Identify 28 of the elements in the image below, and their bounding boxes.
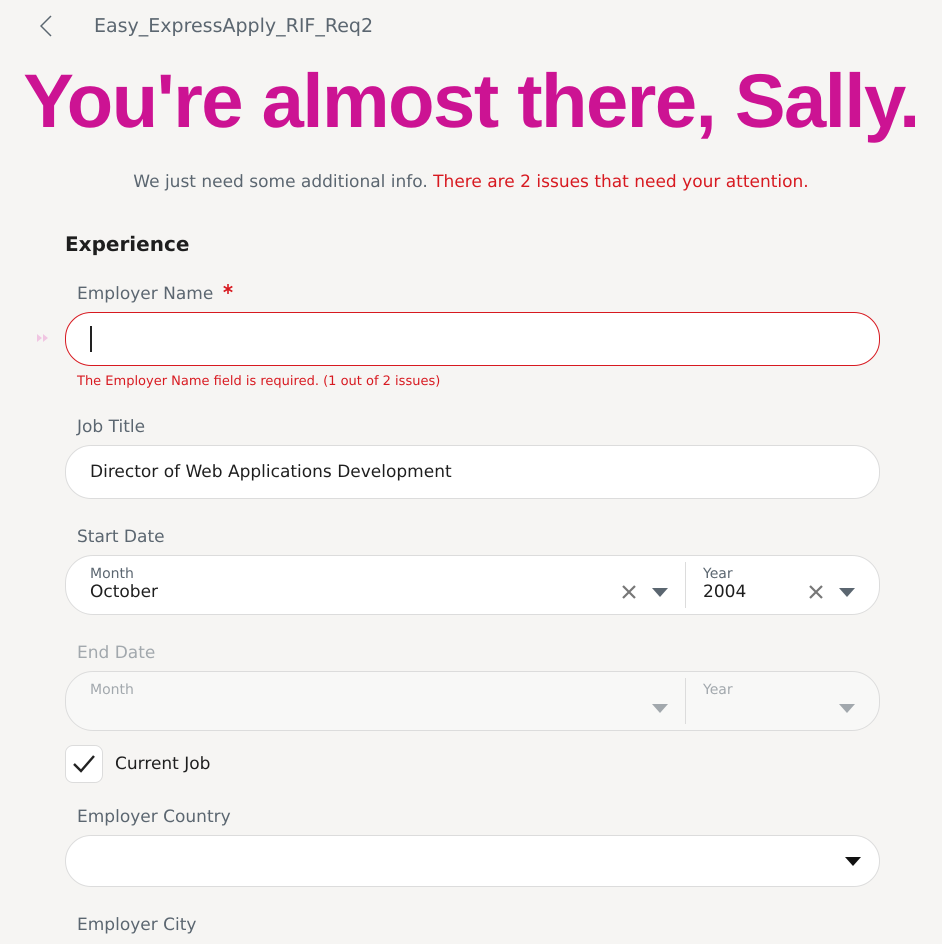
- field-label: Year: [703, 682, 734, 698]
- intro-text: We just need some additional info. There are 2 issues that need your attention.: [132, 172, 810, 192]
- field-label: Employer Country: [77, 807, 231, 827]
- section-title: Experience: [65, 232, 190, 256]
- checkmark-icon: [72, 754, 96, 774]
- field-label: Employer Name: [77, 284, 214, 304]
- field-value: October: [90, 582, 160, 602]
- dropdown-arrow-icon[interactable]: [845, 856, 861, 866]
- field-label: Employer City: [77, 915, 196, 935]
- field-label: Month: [90, 682, 135, 698]
- checkbox-label: Current Job: [115, 754, 210, 774]
- field-label: Start Date: [77, 527, 165, 547]
- field-value: 2004: [703, 582, 748, 602]
- field-label: Year: [703, 566, 734, 582]
- page-title: Easy_ExpressApply_RIF_Req2: [94, 15, 374, 37]
- field-label: Month: [90, 566, 135, 582]
- clear-icon[interactable]: [622, 585, 636, 599]
- field-label: End Date: [77, 643, 156, 663]
- date-picker[interactable]: Month October Year 2004: [65, 555, 880, 615]
- text-field[interactable]: Director of Web Applications Development: [65, 445, 880, 499]
- text-field[interactable]: [65, 312, 880, 366]
- clear-icon[interactable]: [809, 585, 823, 599]
- main-heading: You're almost there, Sally.: [22, 62, 920, 142]
- checkbox[interactable]: [65, 745, 103, 783]
- error-marker-icon: [37, 334, 49, 342]
- field-label: Job Title: [77, 417, 146, 437]
- error-message: The Employer Name field is required. (1 out of 2 issues): [76, 373, 442, 389]
- select-field[interactable]: [65, 835, 880, 887]
